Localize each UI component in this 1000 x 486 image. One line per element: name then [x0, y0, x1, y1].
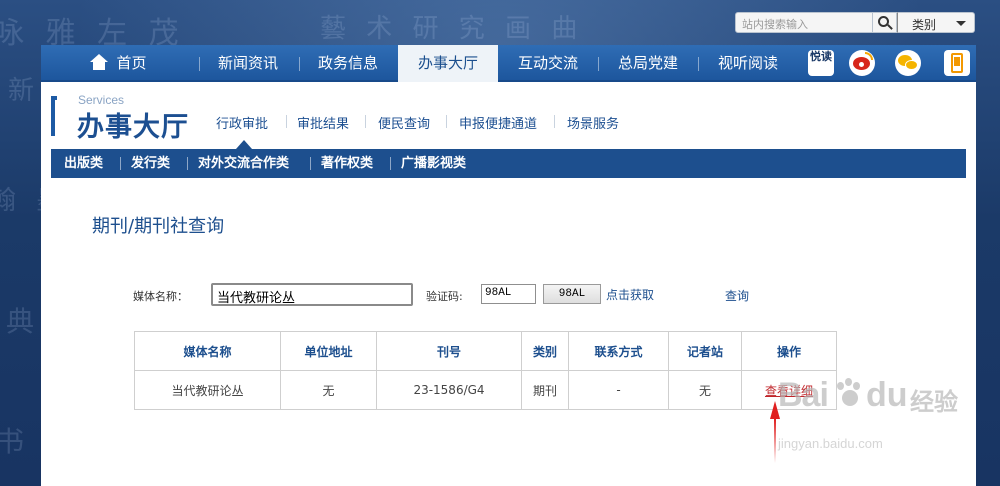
cell-station: 无 [668, 370, 742, 410]
site-search-input[interactable]: 站内搜索输入 [735, 12, 873, 33]
category-copyright[interactable]: 著作权类 [321, 149, 373, 178]
top-search-bar: 站内搜索输入 类别 [735, 12, 975, 33]
media-name-label: 媒体名称： [133, 290, 188, 303]
media-name-input[interactable]: 当代教研论丛 [211, 283, 413, 306]
column-header: 媒体名称 [134, 331, 281, 371]
captcha-image[interactable]: 98AL [543, 284, 601, 304]
cell-address: 无 [280, 370, 377, 410]
captcha-refresh-link[interactable]: 点击获取 [606, 286, 654, 303]
cell-type: 期刊 [521, 370, 569, 410]
table-header-row: 媒体名称 单位地址 刊号 类别 联系方式 记者站 操作 [134, 331, 837, 371]
main-nav: 首页 新闻资讯 政务信息 办事大厅 互动交流 总局党建 视听阅读 悦读 [41, 45, 976, 82]
subnav-item-admin-approval[interactable]: 行政审批 [216, 113, 268, 132]
nav-item-media[interactable]: 视听阅读 [703, 45, 793, 82]
baidu-paw-icon [834, 378, 864, 408]
cell-media-name: 当代教研论丛 [134, 370, 281, 410]
wechat-icon[interactable] [895, 50, 921, 76]
weibo-icon[interactable] [849, 50, 875, 76]
table-row: 当代教研论丛 无 23-1586/G4 期刊 - 无 查看详细 [134, 370, 837, 410]
column-header: 类别 [521, 331, 569, 371]
captcha-label: 验证码: [426, 290, 463, 303]
baidu-jingyan-watermark: Bai du 经验 jingyan.baidu.com [778, 376, 958, 451]
result-table: 媒体名称 单位地址 刊号 类别 联系方式 记者站 操作 当代教研论丛 无 23-… [134, 331, 837, 410]
section-bracket-decoration [51, 96, 57, 136]
category-bar: 出版类 发行类 对外交流合作类 著作权类 广播影视类 [51, 149, 966, 178]
yuedu-icon[interactable]: 悦读 [808, 50, 834, 76]
search-button[interactable] [873, 12, 897, 33]
column-header: 单位地址 [280, 331, 377, 371]
section-header: Services 办事大厅 行政审批 审批结果 便民查询 申报便捷通道 场景服务 [41, 82, 976, 149]
category-broadcast[interactable]: 广播影视类 [401, 149, 466, 178]
query-link[interactable]: 查询 [725, 287, 749, 304]
nav-item-news[interactable]: 新闻资讯 [203, 45, 293, 82]
category-distribution[interactable]: 发行类 [131, 149, 170, 178]
subnav-item-approval-results[interactable]: 审批结果 [297, 113, 349, 132]
section-title: 办事大厅 [77, 112, 189, 143]
page-title: 期刊/期刊社查询 [92, 216, 225, 237]
column-header: 操作 [741, 331, 837, 371]
nav-item-interaction[interactable]: 互动交流 [503, 45, 593, 82]
chevron-down-icon [956, 21, 966, 26]
nav-item-home[interactable]: 首页 [41, 45, 196, 82]
subnav-item-quick-apply[interactable]: 申报便捷通道 [459, 113, 537, 132]
column-header: 联系方式 [568, 331, 669, 371]
mobile-icon[interactable] [944, 50, 970, 76]
nav-item-services[interactable]: 办事大厅 [398, 45, 498, 82]
nav-item-party[interactable]: 总局党建 [603, 45, 693, 82]
category-foreign-exchange[interactable]: 对外交流合作类 [198, 149, 289, 178]
category-publishing[interactable]: 出版类 [64, 149, 103, 178]
nav-item-gov-info[interactable]: 政务信息 [303, 45, 393, 82]
cell-contact: - [568, 370, 669, 410]
subnav-active-indicator [216, 140, 271, 149]
category-select[interactable]: 类别 [897, 12, 975, 33]
cell-issn: 23-1586/G4 [376, 370, 522, 410]
subnav-item-public-query[interactable]: 便民查询 [378, 113, 430, 132]
captcha-input[interactable]: 98AL [481, 284, 536, 304]
column-header: 记者站 [668, 331, 742, 371]
column-header: 刊号 [376, 331, 522, 371]
category-select-label: 类别 [912, 18, 937, 32]
subnav-item-scenario-services[interactable]: 场景服务 [567, 113, 619, 132]
home-icon [90, 54, 109, 70]
